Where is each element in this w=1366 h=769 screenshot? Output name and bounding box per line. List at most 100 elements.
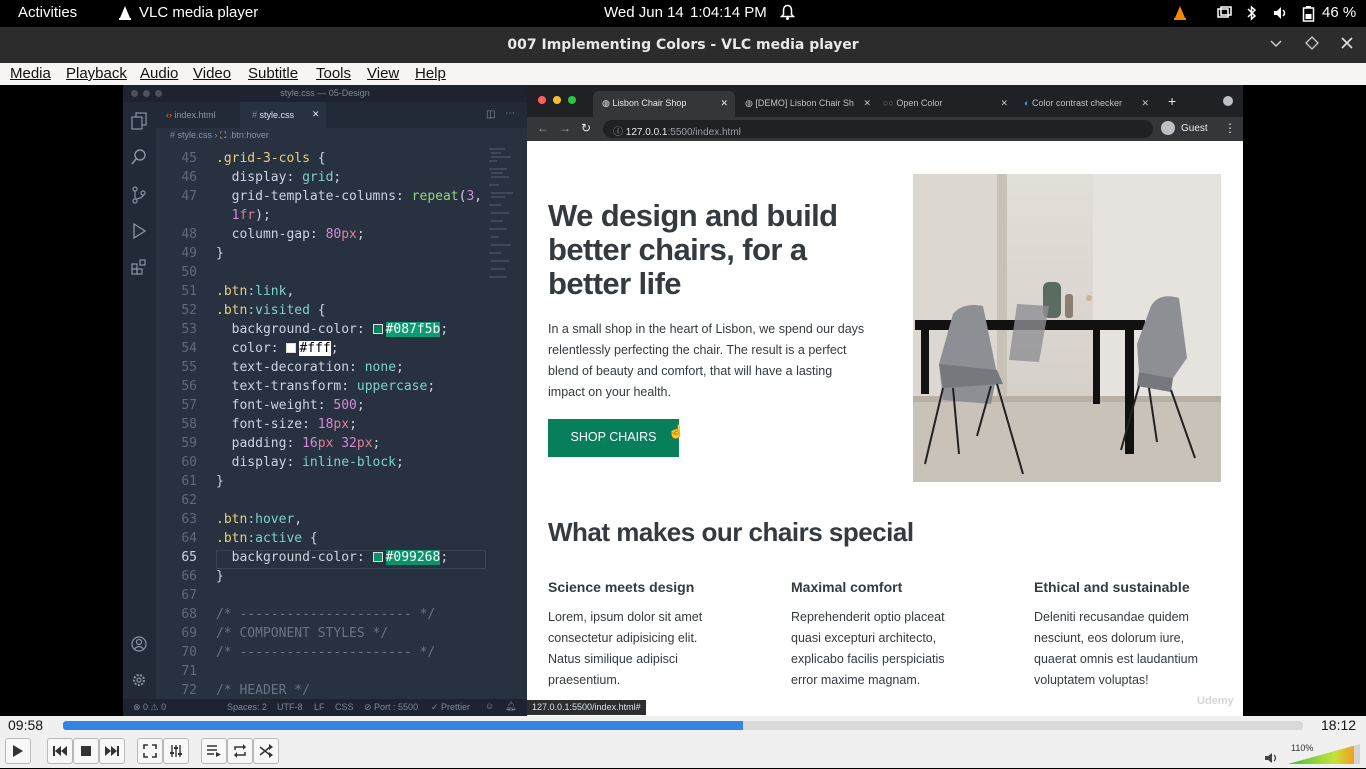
new-tab-icon[interactable]: +	[1168, 93, 1176, 109]
menu-help[interactable]: Help	[415, 65, 446, 82]
tab-title: Open Color	[896, 98, 943, 108]
breadcrumb-symbol[interactable]: .btn:hover	[229, 130, 269, 140]
back-icon[interactable]: ←	[537, 121, 549, 135]
battery-icon[interactable]	[1302, 5, 1316, 26]
tab-index-html[interactable]: ‹› index.html	[156, 102, 240, 128]
menu-playback[interactable]: Playback	[66, 65, 127, 82]
info-icon[interactable]: ⓘ	[613, 127, 623, 138]
tab-close-icon[interactable]: ✕	[312, 109, 320, 120]
menu-media[interactable]: Media	[10, 65, 51, 82]
loop-button[interactable]	[227, 738, 253, 764]
browser-tab[interactable]: ◐ Color contrast checker ✕	[1020, 91, 1153, 117]
volume-icon[interactable]	[1273, 6, 1288, 24]
code-line: 48 column-gap: 80px;	[181, 227, 365, 242]
clock-date[interactable]: Wed Jun 14	[604, 4, 684, 21]
speaker-icon[interactable]	[1264, 751, 1279, 769]
code-line: 45 .grid-3-cols {	[181, 151, 326, 166]
stop-button[interactable]	[73, 738, 99, 764]
menu-tools[interactable]: Tools	[316, 65, 351, 82]
menu-view[interactable]: View	[367, 65, 399, 82]
tab-title: [DEMO] Lisbon Chair Sh	[755, 98, 854, 108]
extended-settings-button[interactable]	[163, 738, 189, 764]
mac-close-button[interactable]	[538, 96, 546, 104]
browser-tab-active[interactable]: ◍ Lisbon Chair Shop ✕	[593, 91, 735, 117]
link-status-bubble: 127.0.0.1:5500/index.html#	[527, 700, 646, 715]
tab-close-icon[interactable]: ✕	[863, 98, 871, 109]
code-line: 47 grid-template-columns: repeat(3,	[181, 189, 483, 204]
tab-style-css[interactable]: # style.css ✕	[240, 102, 326, 128]
browser-tab[interactable]: ○○ Open Color ✕	[879, 91, 1012, 117]
forward-icon[interactable]: →	[559, 121, 571, 135]
minimize-icon[interactable]	[1269, 36, 1283, 54]
shuffle-button[interactable]	[253, 738, 279, 764]
live-server-port[interactable]: ⊘ Port : 5500	[364, 702, 418, 713]
notifications-icon[interactable]: 🔔︎	[505, 701, 516, 712]
vlc-tray-icon[interactable]	[1173, 5, 1187, 25]
seek-bar[interactable]	[63, 721, 1303, 730]
fullscreen-button[interactable]	[137, 738, 163, 764]
browser-tab[interactable]: ◍ [DEMO] Lisbon Chair Sh ✕	[739, 91, 875, 117]
volume-slider[interactable]	[1288, 738, 1360, 764]
feedback-icon[interactable]: ☺	[485, 701, 494, 711]
prettier-status[interactable]: ✓ Prettier	[431, 702, 470, 713]
battery-percent: 46 %	[1322, 4, 1357, 21]
code-editor: style.css — 05-Design ‹› index.html # st…	[123, 85, 527, 716]
maximize-icon[interactable]	[1305, 36, 1319, 54]
feature-card: Science meets design Lorem, ipsum dolor …	[548, 579, 753, 691]
tab-close-icon[interactable]: ✕	[720, 98, 728, 109]
play-button[interactable]	[5, 738, 31, 764]
browser-menu-icon[interactable]: ⋮	[1224, 121, 1236, 135]
feature-title: Maximal comfort	[791, 579, 903, 595]
globe-icon: ◍	[745, 98, 753, 108]
mac-zoom-button[interactable]	[568, 96, 576, 104]
menu-video[interactable]: Video	[193, 65, 231, 82]
tab-close-icon[interactable]: ✕	[1141, 98, 1149, 109]
menu-audio[interactable]: Audio	[140, 65, 178, 82]
previous-button[interactable]	[47, 738, 73, 764]
address-bar[interactable]: ⓘ 127.0.0.1:5500/index.html	[603, 120, 1153, 138]
player-controls: 09:58 18:12 110%	[0, 716, 1366, 768]
editor-status-bar: ⊗ 0 ⚠ 0 Spaces: 2 UTF-8 LF CSS ⊘ Port : …	[123, 699, 527, 716]
bluetooth-icon[interactable]	[1246, 5, 1257, 25]
system-top-bar: Activities VLC media player Wed Jun 14 1…	[0, 0, 1366, 27]
code-line: 68/* ---------------------- */	[181, 607, 436, 622]
menu-bar: Media Playback Audio Video Subtitle Tool…	[0, 63, 1366, 85]
indent-setting[interactable]: Spaces: 2	[227, 702, 267, 712]
hero-chairs-image	[913, 174, 1221, 482]
tab-search-icon[interactable]	[1223, 96, 1233, 106]
profile-avatar-icon[interactable]	[1161, 121, 1175, 135]
activities-button[interactable]: Activities	[18, 4, 77, 21]
url-host: 127.0.0.1	[625, 127, 668, 138]
language-mode[interactable]: CSS	[335, 702, 354, 712]
explorer-icon[interactable]	[131, 112, 147, 134]
tab-close-icon[interactable]: ✕	[1000, 98, 1008, 109]
eol-setting[interactable]: LF	[314, 702, 325, 712]
code-line: 56 text-transform: uppercase;	[181, 379, 436, 394]
close-icon[interactable]	[1340, 36, 1354, 54]
total-time[interactable]: 18:12	[1321, 717, 1356, 733]
split-editor-icon[interactable]: ◫	[486, 109, 495, 120]
encoding-setting[interactable]: UTF-8	[277, 702, 303, 712]
minimap[interactable]	[487, 145, 517, 305]
menu-subtitle[interactable]: Subtitle	[248, 65, 298, 82]
vlc-cone-icon	[118, 5, 132, 25]
reload-icon[interactable]: ↻	[581, 121, 591, 135]
bell-icon[interactable]	[779, 4, 796, 25]
tab-label: index.html	[174, 110, 216, 120]
elapsed-time[interactable]: 09:58	[8, 717, 43, 733]
screen-share-icon[interactable]	[1217, 6, 1232, 24]
problems-indicator[interactable]: ⊗ 0 ⚠ 0	[133, 702, 166, 713]
video-frame[interactable]: style.css — 05-Design ‹› index.html # st…	[0, 85, 1366, 716]
playlist-button[interactable]	[201, 738, 227, 764]
shop-chairs-button[interactable]: SHOP CHAIRS	[548, 419, 679, 457]
window-title: 007 Implementing Colors - VLC media play…	[507, 37, 859, 53]
clock-time[interactable]: 1:04:14 PM	[690, 4, 767, 21]
next-button[interactable]	[99, 738, 125, 764]
window-title-bar[interactable]: 007 Implementing Colors - VLC media play…	[0, 27, 1366, 63]
app-menu-label[interactable]: VLC media player	[139, 4, 258, 21]
mac-minimize-button[interactable]	[553, 96, 561, 104]
more-actions-icon[interactable]: ⋯	[505, 108, 515, 119]
breadcrumb-file[interactable]: style.css	[178, 130, 213, 140]
code-line: 51 .btn:link,	[181, 284, 295, 299]
profile-label[interactable]: Guest	[1181, 123, 1208, 134]
